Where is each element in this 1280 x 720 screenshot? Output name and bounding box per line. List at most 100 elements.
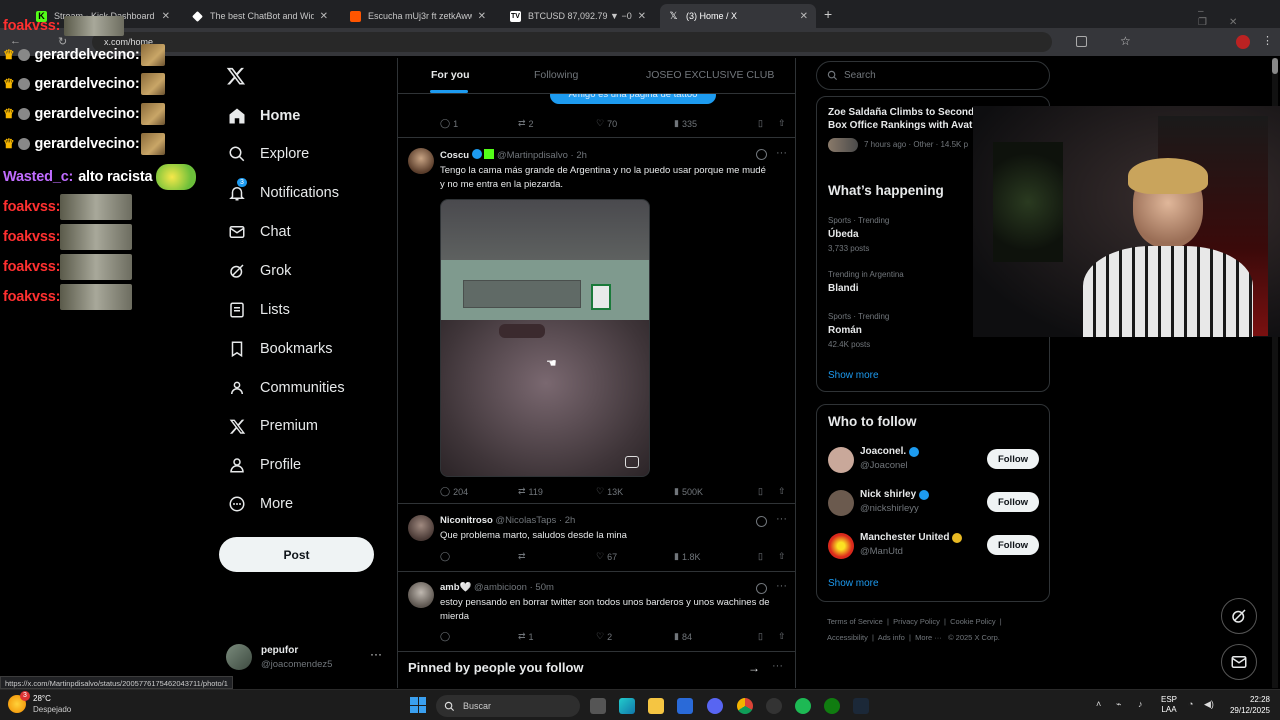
show-more-link[interactable]: Show more <box>828 370 879 381</box>
ms-store-icon[interactable] <box>677 698 693 714</box>
avatar[interactable] <box>408 148 434 174</box>
reply-button[interactable]: ◯ <box>440 631 450 642</box>
search-box[interactable]: Search <box>816 61 1050 90</box>
address-bar[interactable]: x.com/home <box>92 32 1052 52</box>
post-button[interactable]: Post <box>219 537 374 572</box>
feed-post-previous[interactable]: Amigo es una pagina de tattoo ◯ 1 ⇄ 2 ♡ 70 … <box>398 86 795 138</box>
close-tab-icon[interactable]: ✕ <box>320 11 328 22</box>
obs-icon[interactable] <box>766 698 782 714</box>
task-view-icon[interactable] <box>590 698 606 714</box>
bookmark-button[interactable]: ▯ <box>758 486 763 497</box>
author-handle[interactable]: @NicolasTaps <box>495 515 556 526</box>
file-explorer-icon[interactable] <box>648 698 664 714</box>
views-button[interactable]: ▮ 500K <box>674 486 703 497</box>
grok-explain-icon[interactable] <box>756 516 767 527</box>
input-language[interactable]: ESP LAA <box>1161 695 1177 715</box>
follow-button[interactable]: Follow <box>987 535 1039 555</box>
tray-chevron-icon[interactable]: ˄ <box>1096 699 1101 709</box>
follow-suggestion[interactable]: Joaconel. @Joaconel Follow <box>817 443 1049 483</box>
window-controls[interactable]: –❐✕ <box>1198 6 1280 28</box>
share-button[interactable]: ⇧ <box>778 551 786 562</box>
share-button[interactable]: ⇧ <box>778 486 786 497</box>
nav-home[interactable]: Home <box>228 101 300 131</box>
repost-button[interactable]: ⇄ <box>518 551 526 562</box>
post-time[interactable]: · 50m <box>530 582 554 593</box>
nav-premium[interactable]: Premium <box>228 411 318 441</box>
tab-for-you[interactable]: For you <box>431 69 470 81</box>
footer-link[interactable]: Terms of Service <box>827 617 883 626</box>
nav-more[interactable]: More <box>228 489 293 519</box>
nav-bookmarks[interactable]: Bookmarks <box>228 334 333 364</box>
tray-mic-icon[interactable]: ♪ <box>1138 699 1143 709</box>
footer-link[interactable]: Cookie Policy <box>950 617 995 626</box>
footer-link[interactable]: Accessibility <box>827 633 868 642</box>
author-name[interactable]: Coscu <box>440 150 469 161</box>
tray-network-icon[interactable]: ⌁ <box>1116 699 1121 710</box>
repost-button[interactable]: ⇄ 2 <box>518 118 534 129</box>
clock[interactable]: 22:28 29/12/2025 <box>1224 694 1270 716</box>
follow-button[interactable]: Follow <box>987 449 1039 469</box>
follow-suggestion[interactable]: Manchester United @ManUtd Follow <box>817 529 1049 569</box>
author-name[interactable]: amb🤍 <box>440 582 471 593</box>
browser-tab-x-home[interactable]: 𝕏 (3) Home / X ✕ <box>660 4 816 28</box>
show-more-link[interactable]: Show more <box>828 578 879 589</box>
chrome-icon[interactable] <box>737 698 753 714</box>
close-tab-icon[interactable]: ✕ <box>638 11 646 22</box>
footer-link[interactable]: Privacy Policy <box>893 617 940 626</box>
views-button[interactable]: ▮ 335 <box>674 118 697 129</box>
close-tab-icon[interactable]: ✕ <box>800 11 808 22</box>
bookmark-button[interactable]: ▯ <box>758 631 763 642</box>
windows-start-icon[interactable] <box>410 697 426 713</box>
profile-avatar-icon[interactable] <box>1236 35 1250 49</box>
post-image[interactable] <box>440 199 650 477</box>
like-button[interactable]: ♡ 2 <box>596 631 612 642</box>
scrollbar-thumb[interactable] <box>1272 58 1278 74</box>
tray-volume-icon[interactable]: ◀) <box>1204 699 1214 710</box>
spotify-icon[interactable] <box>795 698 811 714</box>
post-more-icon[interactable]: ··· <box>776 147 787 159</box>
alt-text-icon[interactable] <box>625 456 639 468</box>
bookmark-star-icon[interactable]: ☆ <box>1120 34 1131 48</box>
bookmark-button[interactable]: ▯ <box>758 551 763 562</box>
pinned-more-icon[interactable]: ··· <box>772 660 783 672</box>
feed-post[interactable]: amb🤍 @ambicioon · 50m ··· estoy pensando… <box>398 572 795 652</box>
post-more-icon[interactable]: ··· <box>776 580 787 592</box>
share-button[interactable]: ⇧ <box>778 631 786 642</box>
feed-post[interactable]: Coscu @Martinpdisalvo · 2h ··· Tengo la … <box>398 138 795 504</box>
news-headline[interactable]: Zoe Saldaña Climbs to Second Box Office … <box>828 106 978 132</box>
repost-button[interactable]: ⇄ 1 <box>518 631 534 642</box>
feed-post[interactable]: Niconitroso @NicolasTaps · 2h ··· Que pr… <box>398 504 795 572</box>
bookmark-button[interactable]: ▯ <box>758 118 763 129</box>
views-button[interactable]: ▮ 1.8K <box>674 551 700 562</box>
browser-menu-icon[interactable]: ⋮ <box>1262 34 1273 47</box>
edge-icon[interactable] <box>619 698 635 714</box>
weather-desc[interactable]: Despejado <box>33 705 71 714</box>
browser-tab-soundcloud[interactable]: Escucha mUj3r ft zetkAww de g ✕ <box>342 4 494 28</box>
nav-chat[interactable]: Chat <box>228 217 291 247</box>
weather-temp[interactable]: 28°C <box>33 694 51 703</box>
discord-icon[interactable] <box>707 698 723 714</box>
follow-suggestion[interactable]: Nick shirley @nickshirleyy Follow <box>817 486 1049 526</box>
grok-float-button[interactable] <box>1221 598 1257 634</box>
author-handle[interactable]: @Martinpdisalvo <box>497 150 568 161</box>
reply-button[interactable]: ◯ 1 <box>440 118 458 129</box>
tab-following[interactable]: Following <box>534 69 578 81</box>
avatar[interactable] <box>408 515 434 541</box>
author-name[interactable]: Niconitroso <box>440 515 493 526</box>
cast-icon[interactable] <box>1076 36 1087 47</box>
post-more-icon[interactable]: ··· <box>776 513 787 525</box>
avatar[interactable] <box>408 582 434 608</box>
views-button[interactable]: ▮ 84 <box>674 631 692 642</box>
like-button[interactable]: ♡ 13K <box>596 486 623 497</box>
grok-explain-icon[interactable] <box>756 583 767 594</box>
like-button[interactable]: ♡ 67 <box>596 551 617 562</box>
new-tab-button[interactable]: + <box>824 6 832 22</box>
like-button[interactable]: ♡ 70 <box>596 118 617 129</box>
nav-notifications[interactable]: 3 Notifications <box>228 178 339 208</box>
taskbar-search[interactable]: Buscar <box>436 695 580 717</box>
nav-explore[interactable]: Explore <box>228 139 309 169</box>
grok-explain-icon[interactable] <box>756 149 767 160</box>
follow-button[interactable]: Follow <box>987 492 1039 512</box>
close-tab-icon[interactable]: ✕ <box>478 11 486 22</box>
tab-joseo-exclusive-club[interactable]: JOSEO EXCLUSIVE CLUB <box>646 69 774 81</box>
